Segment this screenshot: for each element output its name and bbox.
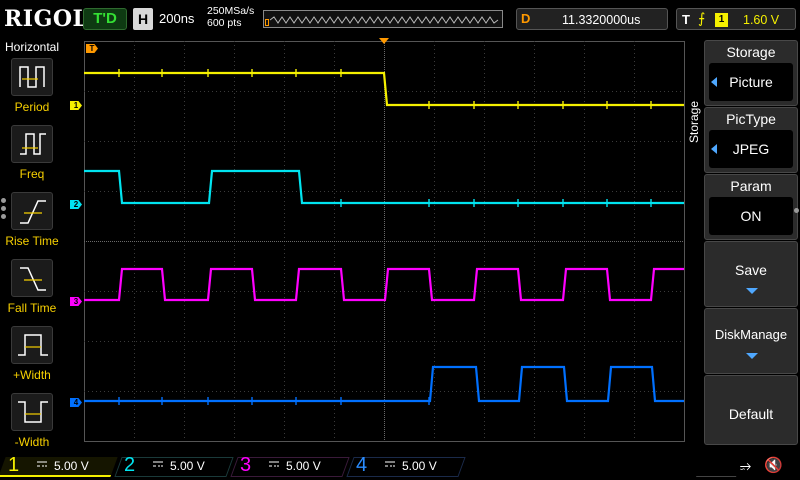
measure-negative-width[interactable]: -Width (0, 393, 64, 459)
ch2-scale: 5.00 V (170, 459, 205, 473)
speaker-muted-icon[interactable]: 🔇 (764, 456, 783, 474)
storage-type-button[interactable]: Storage Picture (704, 40, 798, 106)
negative-width-icon (11, 393, 53, 431)
memory-window-marker (265, 19, 269, 26)
memory-overview-strip (263, 10, 503, 28)
waveform-display[interactable] (84, 41, 685, 442)
ch1-scale: 5.00 V (54, 459, 89, 473)
pictype-caption: PicType (726, 111, 776, 127)
graticule (84, 41, 685, 442)
horizontal-measure-panel: Horizontal Period Freq Rise Time Fall Ti… (0, 38, 64, 450)
status-divider (695, 455, 745, 477)
dc-coupling-icon (153, 461, 163, 467)
selector-arrow-icon (711, 77, 717, 87)
ch3-number: 3 (240, 454, 252, 476)
pictype-button[interactable]: PicType JPEG (704, 107, 798, 173)
delay-value: 11.3320000us (562, 13, 641, 27)
run-mode-badge[interactable]: T'D (83, 8, 127, 30)
measure-fall-time[interactable]: Fall Time (0, 259, 64, 325)
positive-width-icon (11, 326, 53, 364)
default-label: Default (728, 406, 774, 422)
measure-freq-label: Freq (19, 167, 45, 181)
trigger-level: 1.60 V (743, 13, 780, 27)
selector-arrow-icon (711, 144, 717, 154)
storage-type-caption: Storage (726, 44, 776, 60)
storage-menu: Storage Storage Picture PicType JPEG Par… (686, 38, 800, 450)
param-caption: Param (730, 178, 772, 194)
top-status-bar: RIGOL T'D H 200ns 250MSa/s 600 pts D 11.… (0, 0, 800, 38)
rising-edge-icon: ⨍ (698, 10, 706, 26)
horizontal-badge[interactable]: H (133, 8, 153, 30)
dc-coupling-icon (385, 461, 395, 467)
default-button[interactable]: Default (704, 375, 798, 445)
measure-period-label: Period (14, 100, 50, 114)
delay-badge[interactable]: D 11.3320000us (516, 8, 668, 30)
ch1-number: 1 (8, 454, 20, 476)
brand-logo: RIGOL (4, 6, 89, 32)
storage-type-value: Picture (709, 63, 793, 101)
timebase-value: 200ns (159, 11, 195, 26)
ch3-scale: 5.00 V (286, 459, 321, 473)
knob-indicator-dot (794, 208, 799, 213)
save-label: Save (735, 262, 767, 278)
pictype-value: JPEG (709, 130, 793, 168)
rise-time-icon (11, 192, 53, 230)
measure-positive-width-label: +Width (13, 368, 51, 382)
measure-positive-width[interactable]: +Width (0, 326, 64, 392)
system-status: ⭌ 🔇 (695, 455, 796, 479)
param-button[interactable]: Param ON (704, 174, 798, 240)
freq-icon (11, 125, 53, 163)
trigger-source: 1 (715, 13, 728, 27)
submenu-arrow-icon (746, 288, 758, 294)
measure-freq[interactable]: Freq (0, 125, 64, 191)
panel-title: Horizontal (4, 40, 60, 54)
ch4-status[interactable]: 4 5.00 V (346, 454, 466, 478)
ch2-ground-marker[interactable]: 2 (70, 200, 82, 209)
ch2-number: 2 (124, 454, 136, 476)
trigger-badge[interactable]: T ⨍ 1 1.60 V (676, 8, 796, 30)
measure-fall-time-label: Fall Time (7, 301, 57, 315)
delay-label: D (521, 11, 531, 26)
memory-overview-waveform (269, 16, 499, 24)
ch4-scale: 5.00 V (402, 459, 437, 473)
measure-period[interactable]: Period (0, 58, 64, 124)
ch4-number: 4 (356, 454, 368, 476)
measure-rise-time[interactable]: Rise Time (0, 192, 64, 258)
disk-manage-button[interactable]: DiskManage (704, 308, 798, 374)
menu-side-label: Storage (687, 100, 701, 143)
param-value: ON (709, 197, 793, 235)
trigger-position-marker[interactable] (378, 37, 390, 45)
dc-coupling-icon (269, 461, 279, 467)
ch4-ground-marker[interactable]: 4 (70, 398, 82, 407)
ch2-status[interactable]: 2 5.00 V (114, 454, 234, 478)
acquisition-info: 250MSa/s 600 pts (207, 5, 254, 29)
usb-icon: ⭌ (740, 457, 752, 473)
ch1-status[interactable]: 1 5.00 V (0, 454, 118, 478)
submenu-arrow-icon (746, 353, 758, 359)
channel-status-bar: 1 5.00 V 2 5.00 V 3 5.00 V 4 5.00 V ⭌ 🔇 (0, 452, 800, 480)
fall-time-icon (11, 259, 53, 297)
ch1-ground-marker[interactable]: 1 (70, 101, 82, 110)
dc-coupling-icon (37, 461, 47, 467)
measure-negative-width-label: -Width (14, 435, 50, 449)
disk-manage-label: DiskManage (714, 327, 788, 342)
ch3-ground-marker[interactable]: 3 (70, 297, 82, 306)
memory-depth: 600 pts (207, 17, 242, 29)
period-icon (11, 58, 53, 96)
sample-rate: 250MSa/s (207, 5, 255, 17)
save-button[interactable]: Save (704, 241, 798, 307)
measure-rise-time-label: Rise Time (5, 234, 59, 248)
ch3-status[interactable]: 3 5.00 V (230, 454, 350, 478)
trigger-label: T (682, 12, 690, 27)
